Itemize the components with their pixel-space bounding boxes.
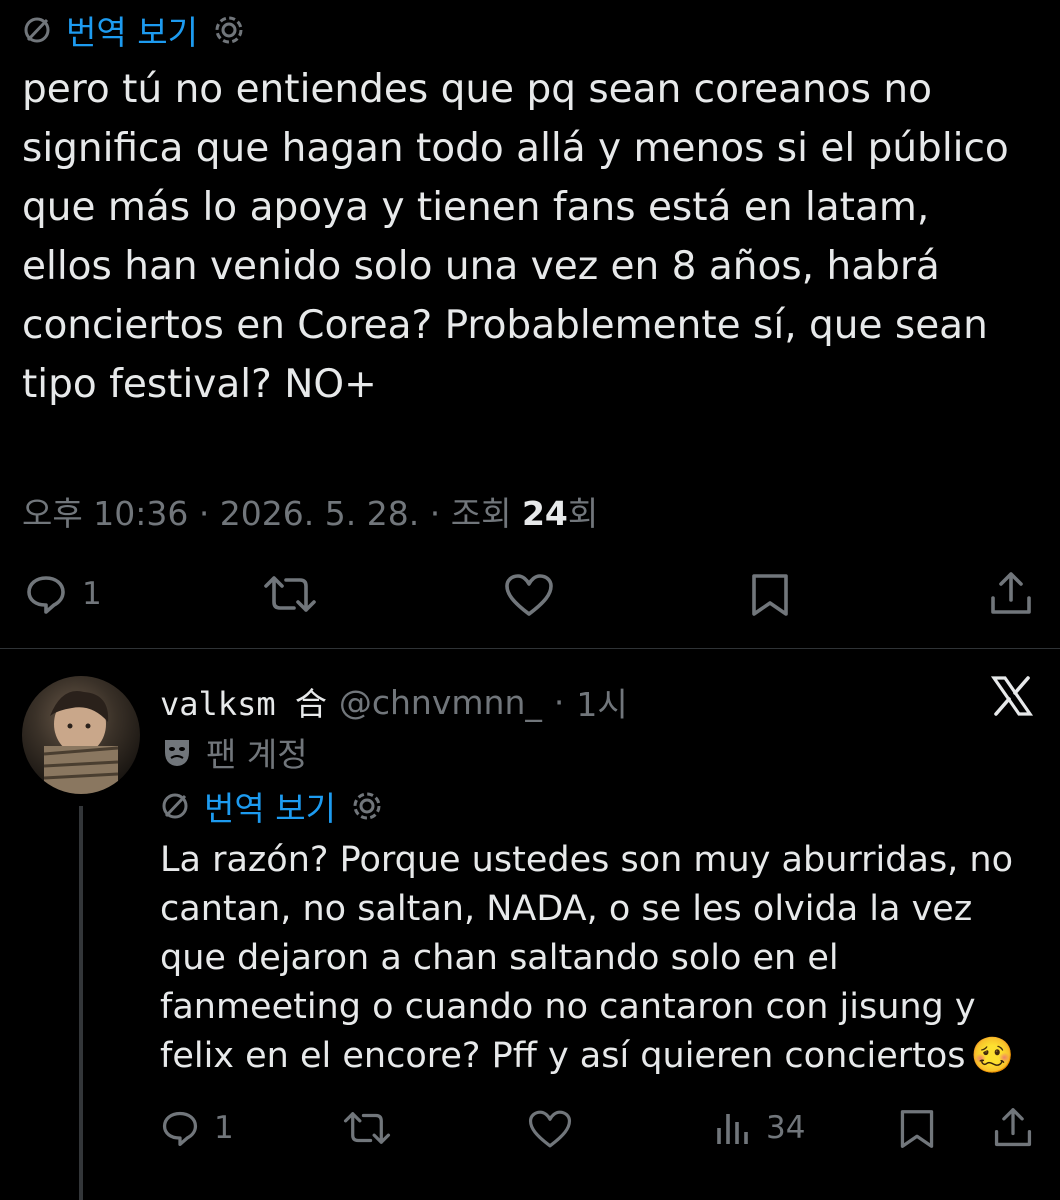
retweet-icon [262,572,318,616]
tweet-time[interactable]: 오후 10:36 [22,494,188,533]
share-icon [992,1106,1034,1150]
reply-count: 1 [82,576,102,612]
tweet-date[interactable]: 2026. 5. 28. [220,494,419,533]
gear-icon[interactable] [350,789,384,823]
retweet-icon [342,1108,392,1148]
translate-off-icon [160,791,190,821]
avatar[interactable] [22,676,140,794]
reply-age[interactable]: 1시 [576,678,627,726]
x-logo-icon [990,674,1034,718]
bookmark-button[interactable] [897,1108,937,1150]
views-button[interactable]: 34 [714,1108,805,1148]
like-button[interactable] [503,572,555,618]
display-name[interactable]: valksm 合 [160,679,327,725]
tweet-text: pero tú no entiendes que pq sean coreano… [22,67,1009,407]
translate-off-icon [22,15,52,45]
like-icon [503,572,555,618]
views-prefix: 조회 [450,494,512,533]
views-suffix: 회 [567,494,599,533]
translate-link[interactable]: 번역 보기 [204,782,336,830]
share-icon [988,570,1034,618]
fan-account-label: 팬 계정 [206,735,308,774]
share-button[interactable] [992,1106,1034,1150]
gear-icon[interactable] [212,13,246,47]
bookmark-button[interactable] [748,572,792,618]
reply-button[interactable]: 1 [160,1108,234,1148]
emoji-woozy: 🥴 [970,1036,1015,1076]
retweet-button[interactable] [262,572,318,616]
reply-body: La razón? Porque ustedes son muy aburrid… [160,836,1050,1081]
views-count: 34 [766,1110,806,1146]
retweet-button[interactable] [342,1108,392,1148]
reply-count: 1 [214,1110,234,1146]
tweet-meta: 오후 10:36 · 2026. 5. 28. · 조회 24회 [22,494,599,533]
reply-header: valksm 合 @chnvmnn_ · 1시 [160,678,628,726]
reply-text: La razón? Porque ustedes son muy aburrid… [160,840,1014,1076]
share-button[interactable] [988,570,1034,618]
fan-account-row: 팬 계정 [160,728,308,776]
translate-link[interactable]: 번역 보기 [66,6,198,54]
divider [0,648,1060,649]
reply-icon [24,572,68,616]
like-button[interactable] [527,1108,573,1150]
views-count: 24 [521,494,568,533]
bookmark-icon [897,1108,937,1150]
like-icon [527,1108,573,1150]
user-handle[interactable]: @chnvmnn_ [339,683,542,722]
translate-row: 번역 보기 [22,6,246,54]
reply-button[interactable]: 1 [24,572,102,616]
reply-icon [160,1108,200,1148]
reply-translate-row: 번역 보기 [160,782,384,830]
bookmark-icon [748,572,792,618]
mask-icon [160,735,194,769]
thread-line [79,806,83,1200]
views-icon [714,1108,752,1148]
